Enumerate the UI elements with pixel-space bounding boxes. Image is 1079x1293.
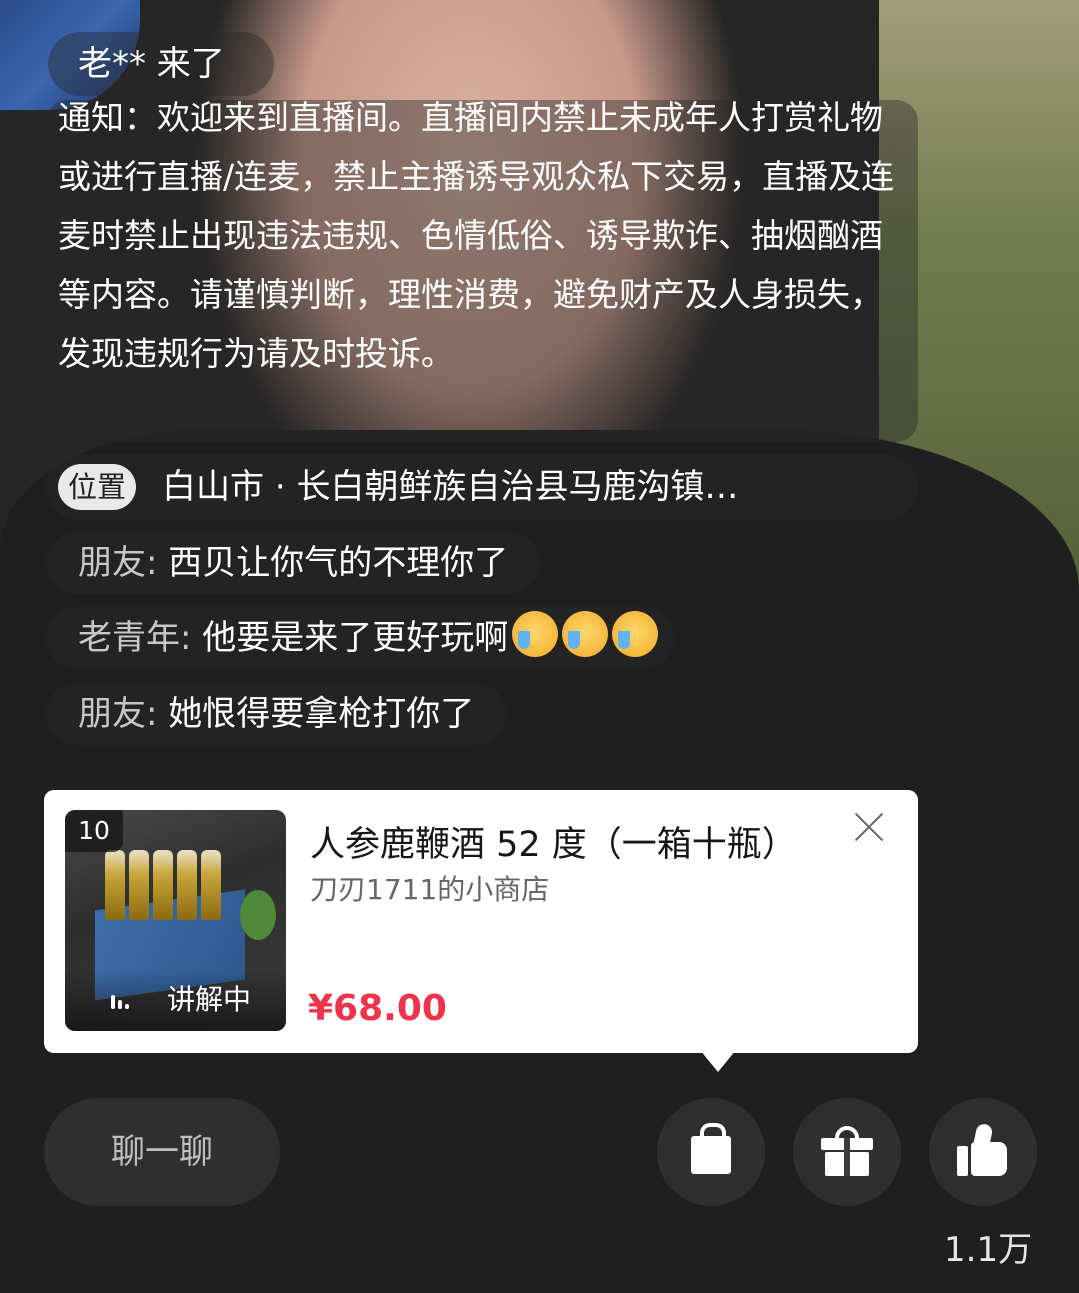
chat-username[interactable]: 朋友 (78, 694, 146, 734)
bottle-image (153, 850, 173, 920)
crying-laughing-face-icon (562, 611, 609, 657)
chat-input[interactable]: 聊一聊 (44, 1098, 280, 1206)
chat-username[interactable]: 朋友 (78, 543, 146, 583)
bottle-image (201, 850, 221, 920)
location-tag: 位置 (58, 464, 137, 510)
gift-button[interactable] (793, 1098, 901, 1206)
location-row[interactable]: 位置 白山市 · 长白朝鲜族自治县马鹿沟镇… (46, 454, 918, 520)
chat-username[interactable]: 老青年 (78, 618, 180, 658)
chat-colon: : (180, 618, 203, 658)
chat-colon: : (146, 694, 169, 734)
shopping-bag-icon (691, 1123, 731, 1174)
shop-name[interactable]: 刀刃1711的小商店 (310, 868, 549, 908)
like-button[interactable] (929, 1098, 1037, 1206)
bottle-image (177, 850, 197, 920)
platform-notice-text: 通知：欢迎来到直播间。直播间内禁止未成年人打赏礼物或进行直播/连麦，禁止主播诱导… (58, 100, 895, 373)
chat-text: 她恨得要拿枪打你了 (168, 694, 475, 734)
chat-message: 朋友: 西贝让你气的不理你了 (46, 532, 541, 594)
chat-text: 西贝让你气的不理你了 (168, 543, 509, 583)
bottle-image (129, 850, 149, 920)
product-thumbnail[interactable]: 10 讲解中 (65, 810, 286, 1031)
chat-text: 他要是来了更好玩啊 (202, 618, 509, 658)
gift-icon (821, 1126, 873, 1176)
product-index-badge: 10 (65, 810, 123, 852)
location-text: 白山市 · 长白朝鲜族自治县马鹿沟镇… (162, 467, 739, 507)
explaining-indicator: 讲解中 (65, 969, 286, 1031)
plant-image (240, 890, 276, 940)
user-entry-notice: 老** 来了 (48, 32, 274, 96)
chat-message: 朋友: 她恨得要拿枪打你了 (46, 683, 507, 745)
bottle-image (105, 850, 125, 920)
explaining-label: 讲解中 (167, 983, 252, 1016)
chat-message: 老青年: 他要是来了更好玩啊 (46, 607, 675, 669)
product-title[interactable]: 人参鹿鞭酒 52 度（一箱十瓶） (310, 816, 797, 867)
platform-notice: 通知：欢迎来到直播间。直播间内禁止未成年人打赏礼物或进行直播/连麦，禁止主播诱导… (46, 100, 918, 442)
chat-colon: : (146, 543, 169, 583)
product-price: ¥68.00 (308, 988, 447, 1029)
product-card-pointer (700, 1050, 736, 1072)
thumbs-up-icon (957, 1122, 1009, 1176)
crying-laughing-face-icon (612, 611, 659, 657)
crying-laughing-face-icon (512, 611, 559, 657)
like-count: 1.1万 (944, 1230, 1033, 1270)
audio-bars-icon (111, 993, 133, 1009)
close-icon[interactable] (854, 812, 884, 842)
shopping-bag-button[interactable] (657, 1098, 765, 1206)
product-card[interactable]: 10 讲解中 人参鹿鞭酒 52 度（一箱十瓶） 刀刃1711的小商店 ¥68.0… (44, 790, 918, 1053)
